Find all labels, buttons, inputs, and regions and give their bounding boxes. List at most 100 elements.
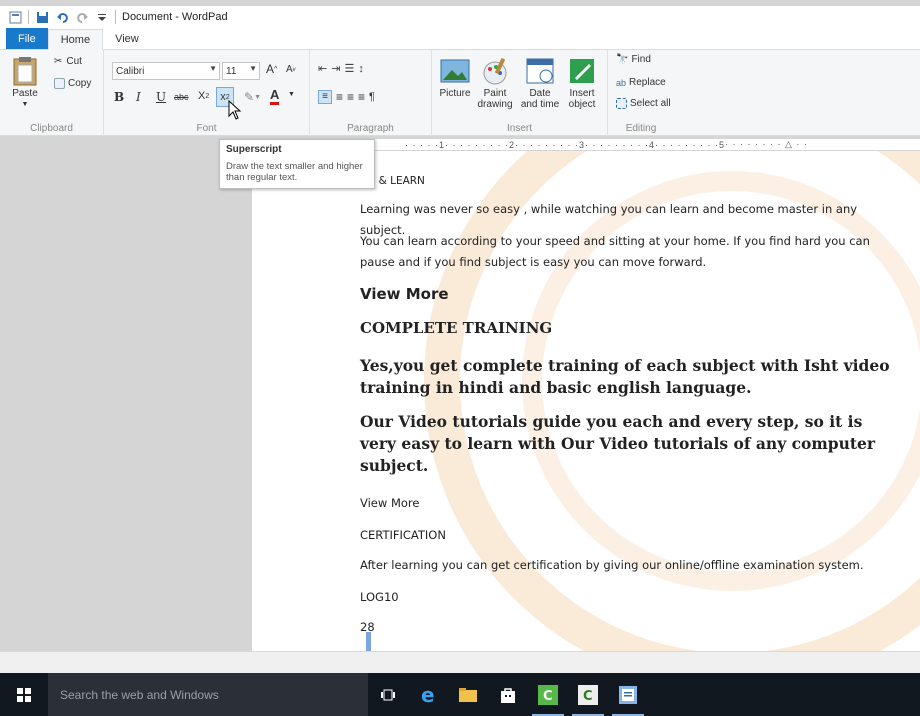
shrink-font-button[interactable]: Av [286,64,296,75]
log-text: LOG10 [360,590,399,604]
bold-button[interactable]: B [114,90,124,104]
picture-icon [440,59,470,83]
edge-button[interactable]: e [408,673,448,716]
wordpad-app-icon[interactable] [8,10,22,24]
tab-file[interactable]: File [6,28,48,49]
font-color-icon: A [270,87,280,102]
partial-heading: CH & LEARN [360,175,425,187]
line-spacing-icon: ↕ [358,62,368,75]
ribbon: Paste ▼ ✂ Cut Copy Clipboard Calibri ▼ 1… [0,50,920,136]
camtasia-recorder-button[interactable]: C [568,673,608,716]
object-icon [570,59,594,83]
file-explorer-button[interactable] [448,673,488,716]
taskbar-search[interactable]: Search the web and Windows [48,673,368,716]
wordpad-icon [619,685,637,704]
paste-button[interactable]: Paste ▼ [8,56,42,110]
text-color-button[interactable]: A [270,87,280,105]
superscript-tooltip: Superscript Draw the text smaller and hi… [219,139,375,189]
camtasia-button[interactable]: C [528,673,568,716]
store-button[interactable] [488,673,528,716]
editing-group: 🔭 Find ab Replace Select all Editing [608,50,674,136]
separator [28,10,29,24]
insert-group-label: Insert [506,123,532,134]
edge-icon: e [421,685,435,705]
subscript-button[interactable]: X2 [198,90,209,102]
task-view-button[interactable] [368,673,408,716]
wordpad-window: Document - WordPad File Home View Paste … [0,0,920,673]
paste-label: Paste [12,88,38,99]
text-cursor [366,632,371,651]
replace-button[interactable]: ab Replace [616,77,666,88]
italic-button[interactable]: I [136,90,141,104]
wordpad-taskbar-button[interactable] [608,673,648,716]
calendar-icon [526,58,554,84]
paragraph-group-label: Paragraph [347,123,394,134]
highlight-color-button[interactable]: ✎ ▼ [244,90,261,104]
picture-label: Picture [439,88,471,99]
chevron-down-icon: ▼ [249,64,257,73]
indent-buttons[interactable]: ⇤ ⇥ ☰ ↕ [318,62,368,76]
window-title: Document - WordPad [122,11,228,23]
align-right-icon[interactable]: ≡ [347,90,354,104]
select-all-button[interactable]: Select all [616,98,671,109]
find-button[interactable]: 🔭 Find [616,54,651,65]
select-all-icon [616,98,627,109]
start-button[interactable] [0,673,48,716]
date-time-button[interactable]: Date and time [520,56,560,110]
paint-drawing-label: Paint drawing [477,88,513,110]
number-text: 28 [360,620,375,634]
paragraph-2: You can learn according to your speed an… [360,234,870,269]
certification-heading: CERTIFICATION [360,528,446,542]
chevron-down-icon: ▼ [254,93,261,101]
font-group: Calibri ▼ 11 ▼ A ^ Av B I U abc X2 x2 ✎ ▼ … [104,50,310,136]
chevron-down-icon[interactable]: ▼ [288,91,295,98]
camtasia-green-icon: C [538,684,558,705]
font-group-label: Font [196,123,217,134]
quick-access-toolbar [8,10,116,24]
ruler: · · · · · 1 · · · · · · · · · 2 · · · · … [0,137,920,151]
insert-object-label: Insert object [568,88,596,110]
tooltip-description: Draw the text smaller and higher than re… [226,161,363,183]
picture-button[interactable]: Picture [436,56,474,99]
customize-icon[interactable] [95,10,109,24]
insert-object-button[interactable]: Insert object [562,56,602,110]
document-page[interactable]: CH & LEARN Learning was never so easy , … [252,151,920,651]
paint-icon [483,57,507,85]
align-left-icon[interactable]: ≡ [318,90,332,104]
paragraph-icon[interactable]: ¶ [369,91,375,103]
font-family-select[interactable]: Calibri ▼ [112,62,220,80]
copy-button[interactable]: Copy [54,78,91,89]
undo-icon[interactable] [55,10,69,24]
redo-icon[interactable] [75,10,89,24]
status-bar [0,651,920,673]
folder-icon [459,687,477,702]
tab-view[interactable]: View [103,28,151,49]
grow-font-button[interactable]: A ^ [266,62,277,76]
chevron-down-icon: ▼ [209,64,217,73]
justify-icon[interactable]: ≡ [358,90,365,104]
mouse-pointer-icon [228,100,242,120]
save-icon[interactable] [35,10,49,24]
editing-group-label: Editing [625,123,657,134]
svg-text:C: C [583,689,593,704]
strikethrough-button[interactable]: abc [174,92,189,102]
binoculars-icon: 🔭 [616,54,629,65]
underline-button[interactable]: U [156,90,166,104]
increase-indent-icon: ⇥ [331,63,345,75]
scissors-icon: ✂ [54,56,63,67]
paint-drawing-button[interactable]: Paint drawing [476,56,514,110]
cut-label: Cut [66,56,82,67]
tab-home[interactable]: Home [47,29,104,50]
font-size-select[interactable]: 11 ▼ [222,62,260,80]
title-bar: Document - WordPad [0,6,920,28]
big-paragraph-2: Our Video tutorials guide you each and e… [360,412,876,475]
paragraph-group: ⇤ ⇥ ☰ ↕ ≡ ≡ ≡ ≡ ¶ Paragraph [310,50,432,136]
big-paragraph-1: Yes,you get complete training of each su… [360,356,890,397]
replace-icon: ab [616,77,627,88]
complete-training-heading: COMPLETE TRAINING [360,319,553,337]
alignment-buttons: ≡ ≡ ≡ ≡ ¶ [318,90,375,104]
bullets-icon: ☰ [344,63,359,75]
view-more-link: View More [360,496,420,510]
align-center-icon[interactable]: ≡ [336,90,343,104]
cut-button[interactable]: ✂ Cut [54,56,82,67]
